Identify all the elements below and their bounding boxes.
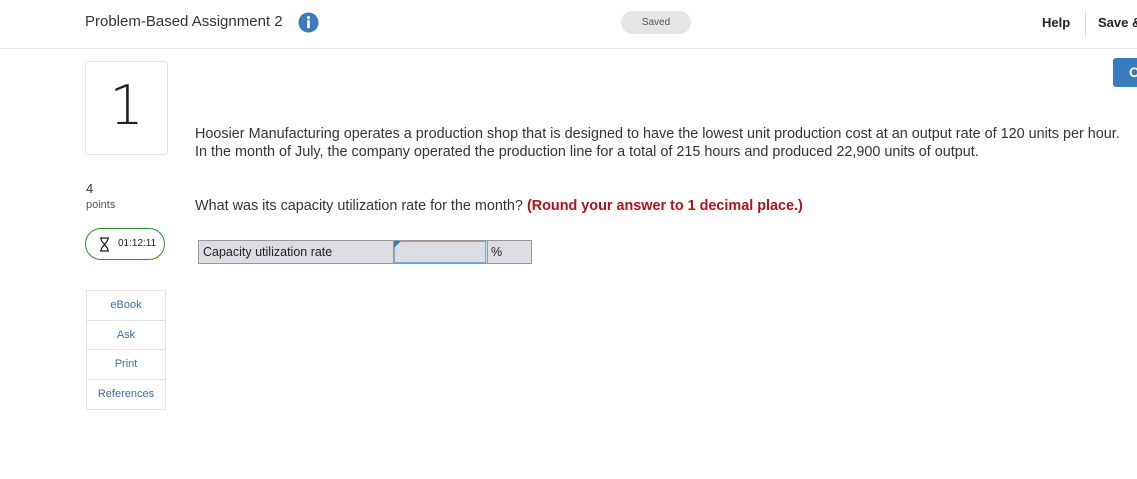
assignment-title: Problem-Based Assignment 2	[85, 13, 283, 30]
question-timer: 01:12:11	[85, 228, 165, 260]
input-flag-icon	[394, 241, 401, 248]
top-header: Problem-Based Assignment 2 Saved Help Sa…	[0, 0, 1137, 49]
ask-link[interactable]: Ask	[87, 321, 165, 350]
answer-input-cell	[394, 240, 488, 264]
help-button[interactable]: Help	[1042, 15, 1070, 30]
timer-text: 01:12:11	[118, 238, 157, 249]
info-circle-icon[interactable]	[298, 12, 319, 33]
question-prompt-text: What was its capacity utilization rate f…	[195, 198, 523, 214]
answer-unit: %	[488, 240, 532, 264]
saved-status-badge: Saved	[621, 11, 691, 34]
header-divider	[1085, 10, 1086, 38]
points-label: points	[86, 199, 116, 211]
capacity-utilization-input[interactable]	[394, 241, 486, 263]
question-tools: eBook Ask Print References	[86, 290, 166, 410]
print-link[interactable]: Print	[87, 350, 165, 380]
points-value: 4	[86, 181, 94, 196]
ebook-link[interactable]: eBook	[87, 291, 165, 321]
question-number-box: 1	[85, 61, 168, 155]
save-exit-button[interactable]: Save &	[1098, 15, 1137, 30]
question-prompt: What was its capacity utilization rate f…	[195, 197, 1120, 215]
question-number: 1	[109, 74, 144, 137]
check-my-work-button[interactable]: C	[1113, 58, 1137, 87]
rounding-instruction: (Round your answer to 1 decimal place.)	[526, 198, 803, 214]
answer-table-row: Capacity utilization rate %	[198, 240, 532, 264]
hourglass-icon	[100, 237, 109, 252]
answer-label: Capacity utilization rate	[198, 240, 394, 264]
references-link[interactable]: References	[87, 380, 165, 410]
question-body: Hoosier Manufacturing operates a product…	[195, 126, 1120, 160]
